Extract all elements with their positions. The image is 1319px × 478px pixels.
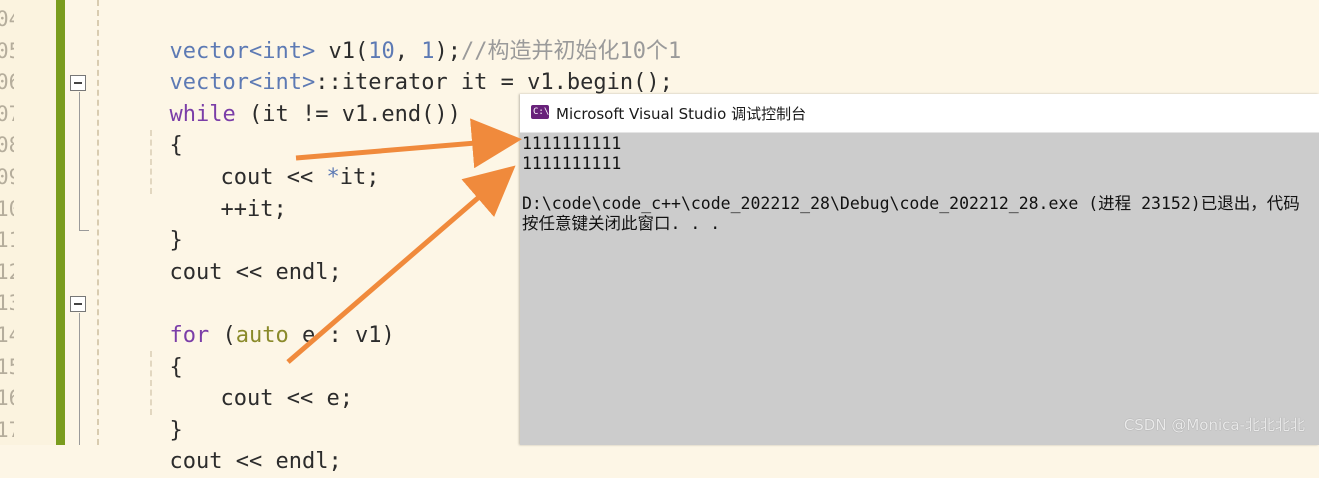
- fold-guide-end: [79, 230, 89, 231]
- token-plain: it;: [339, 164, 380, 190]
- code-line-brace-open[interactable]: {: [143, 99, 183, 158]
- token-keyword-auto: auto: [235, 322, 289, 348]
- code-line-cout-endl[interactable]: cout << endl;: [143, 225, 342, 285]
- fold-guide: [79, 313, 80, 445]
- token-plain: (: [209, 322, 236, 348]
- token-plain: cout << endl;: [169, 449, 342, 475]
- line-number: 04: [0, 7, 14, 31]
- console-icon-label: C:\: [533, 107, 550, 117]
- fold-guide: [79, 92, 80, 230]
- line-number: 14: [0, 323, 14, 347]
- console-title-bar[interactable]: C:\ Microsoft Visual Studio 调试控制台: [520, 94, 1319, 133]
- collapse-while-icon[interactable]: [70, 75, 86, 91]
- change-tracking-bar: [56, 0, 65, 445]
- line-number: 05: [0, 38, 14, 63]
- token-plain: ++it;: [220, 196, 287, 222]
- console-output-line: 1111111111: [522, 134, 622, 153]
- console-app-icon: C:\: [531, 105, 549, 119]
- debug-console-window[interactable]: C:\ Microsoft Visual Studio 调试控制台 111111…: [520, 94, 1319, 445]
- collapse-for-icon[interactable]: [70, 296, 86, 312]
- line-number: 07: [0, 101, 14, 126]
- line-number: 15: [0, 354, 14, 379]
- console-output-line: 1111111111: [522, 154, 622, 173]
- outlining-margin: [65, 0, 97, 445]
- code-line-increment[interactable]: ++it;: [194, 162, 287, 222]
- line-number: 17: [0, 417, 14, 442]
- token-plain: cout << e;: [220, 386, 353, 412]
- line-number: 10: [0, 196, 14, 221]
- code-line-iterator[interactable]: vector<int>::iterator it = v1.begin();: [143, 36, 673, 95]
- code-line-for[interactable]: for (auto e : v1): [143, 288, 395, 348]
- token-plain: (it != v1.end()): [235, 101, 461, 127]
- token-plain: {: [169, 133, 183, 159]
- line-number: 11: [0, 228, 14, 253]
- code-line-while[interactable]: while (it != v1.end()): [143, 67, 461, 127]
- token-plain: {: [169, 354, 183, 380]
- token-operator: *: [326, 164, 340, 190]
- line-number: 12: [0, 259, 14, 284]
- line-number-gutter: 04 05 06 07 08 09 10 11 12 13 14 15 16 1…: [0, 0, 56, 445]
- line-number: 06: [0, 70, 14, 95]
- watermark: CSDN @Monica-北北北北: [1123, 416, 1305, 434]
- code-line-cout-e[interactable]: cout << e;: [194, 352, 353, 411]
- code-line-brace-close[interactable]: }: [143, 383, 183, 443]
- token-plain: e : v1): [288, 322, 395, 348]
- code-line-brace-open[interactable]: {: [143, 320, 183, 380]
- token-plain: cout << endl;: [169, 259, 342, 285]
- code-line-vector-init[interactable]: vector<int> v1(10, 1);//构造并初始化10个1: [143, 4, 682, 64]
- line-number: 16: [0, 386, 14, 411]
- code-line-cout-endl[interactable]: cout << endl;: [143, 415, 342, 474]
- console-output-line: 按任意键关闭此窗口. . .: [522, 214, 721, 233]
- console-title: Microsoft Visual Studio 调试控制台: [556, 105, 807, 123]
- line-number: 08: [0, 133, 14, 158]
- code-line-brace-close[interactable]: }: [143, 194, 183, 253]
- margin-separator: [97, 0, 99, 445]
- code-line-cout-it[interactable]: cout << *it;: [194, 130, 380, 190]
- line-number: 09: [0, 165, 14, 189]
- line-number: 13: [0, 291, 14, 316]
- console-output-line: D:\code\code_c++\code_202212_28\Debug\co…: [522, 194, 1300, 213]
